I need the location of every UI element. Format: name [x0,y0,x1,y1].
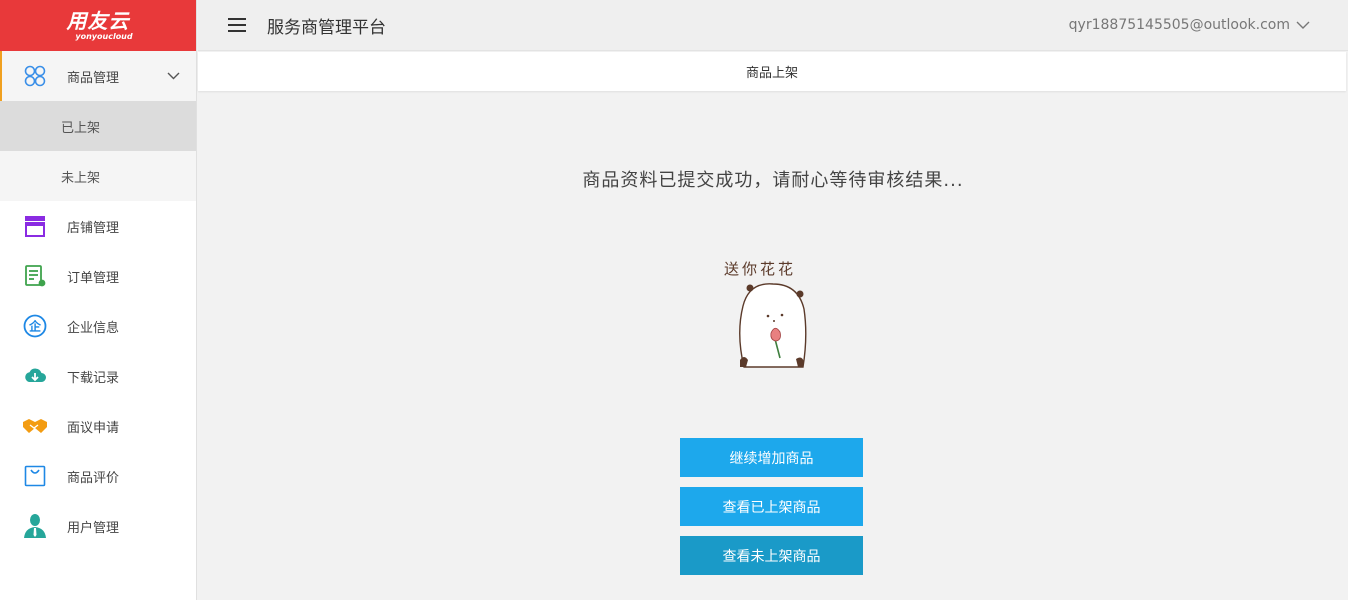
bear-illustration-icon [739,283,807,368]
submit-success-message: 商品资料已提交成功，请耐心等待审核结果... [582,170,964,191]
logo-text: 用友云 [66,9,130,33]
brand-logo[interactable]: 用友云 yonyoucloud [0,0,196,51]
sidebar-item-label: 店铺管理 [67,220,120,236]
sidebar-item-label: 订单管理 [67,270,120,286]
cloud-download-icon [22,363,48,389]
grid-icon [22,63,48,89]
top-header: 服务商管理平台 qyr18875145505@outlook.com [198,0,1348,51]
sidebar-item-product-management[interactable]: 商品管理 [0,51,196,101]
user-menu[interactable]: qyr18875145505@outlook.com [1069,17,1310,33]
sidebar-item-label: 商品管理 [67,70,120,86]
sidebar-subitem-listed[interactable]: 已上架 [0,101,196,151]
sidebar-item-download-records[interactable]: 下载记录 [0,351,196,401]
sidebar-item-label: 用户管理 [67,520,120,536]
chevron-down-icon [167,69,180,84]
product-submenu: 已上架 未上架 [0,101,196,201]
tab-strip: 商品上架 [198,52,1346,91]
main-content: 商品资料已提交成功，请耐心等待审核结果... 送你花花 继续增加商品 查看已上架… [198,92,1348,600]
sidebar-item-store-management[interactable]: 店铺管理 [0,201,196,251]
enterprise-icon: 企 [22,313,48,339]
view-unlisted-products-button[interactable]: 查看未上架商品 [680,536,863,575]
flower-bear-sticker: 送你花花 [716,254,826,369]
tab-product-listing[interactable]: 商品上架 [746,62,798,81]
sidebar-item-user-management[interactable]: 用户管理 [0,501,196,551]
sidebar-item-order-management[interactable]: 订单管理 [0,251,196,301]
continue-add-product-button[interactable]: 继续增加商品 [680,438,863,477]
bag-icon [22,463,48,489]
store-icon [22,213,48,239]
order-icon [22,263,48,289]
hamburger-menu-icon[interactable] [228,18,246,32]
logo-subtext: yonyoucloud [75,32,133,41]
sidebar-subitem-unlisted[interactable]: 未上架 [0,151,196,201]
handshake-icon [22,413,48,439]
user-email: qyr18875145505@outlook.com [1068,17,1290,33]
sidebar-item-product-reviews[interactable]: 商品评价 [0,451,196,501]
sidebar-item-label: 企业信息 [67,320,120,336]
user-icon [22,513,48,539]
sidebar-item-label: 面议申请 [67,420,120,436]
svg-text:企: 企 [28,319,42,334]
chevron-down-icon [1296,21,1310,29]
sidebar-item-label: 商品评价 [67,470,120,486]
sidebar: 用友云 yonyoucloud 商品管理 已上架 未上架 店铺管理 订单管理 企… [0,0,197,600]
sidebar-item-negotiation-request[interactable]: 面议申请 [0,401,196,451]
app-title: 服务商管理平台 [267,17,386,38]
sidebar-item-enterprise-info[interactable]: 企 企业信息 [0,301,196,351]
view-listed-products-button[interactable]: 查看已上架商品 [680,487,863,526]
sidebar-item-label: 下载记录 [67,370,120,386]
